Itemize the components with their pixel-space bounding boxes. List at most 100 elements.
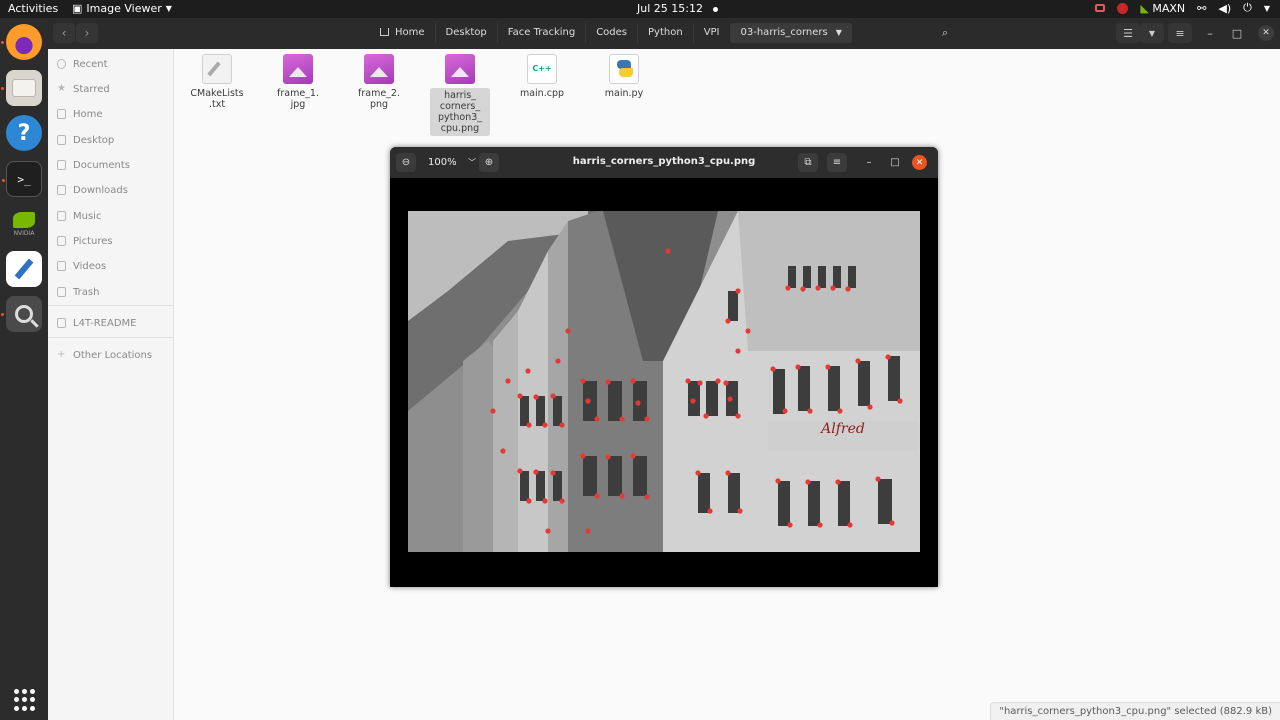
corner-marker bbox=[605, 454, 611, 460]
viewer-minimize-button[interactable]: – bbox=[859, 153, 879, 172]
sidebar-item-home[interactable]: Home bbox=[57, 104, 103, 124]
top-bar: Activities ▣ Image Viewer ▼ Jul 25 15:12… bbox=[0, 0, 1280, 18]
back-button[interactable]: ‹ bbox=[53, 23, 75, 43]
files-icon[interactable] bbox=[1, 70, 42, 106]
chevron-right-icon: › bbox=[84, 26, 90, 40]
breadcrumb: Home Desktop Face Tracking Codes Python … bbox=[370, 23, 852, 43]
nvidia-icon[interactable]: NVIDIA bbox=[6, 206, 42, 242]
corner-marker bbox=[685, 378, 691, 384]
hamburger-icon: ≡ bbox=[832, 157, 842, 168]
minimize-button[interactable]: – bbox=[1198, 23, 1222, 43]
nvidia-eye-icon bbox=[13, 211, 35, 228]
gallery-icon: ⧉ bbox=[804, 157, 812, 168]
file-frame-1[interactable]: frame_1. jpg bbox=[268, 54, 328, 110]
view-list-button[interactable]: ☰ bbox=[1116, 23, 1140, 43]
main-menu-button[interactable]: ≡ bbox=[1168, 23, 1192, 43]
corner-marker bbox=[725, 470, 731, 476]
clock-text: Jul 25 15:12 bbox=[637, 2, 703, 15]
sidebar-item-trash[interactable]: Trash bbox=[57, 282, 99, 302]
file-main-py[interactable]: main.py bbox=[594, 54, 654, 99]
breadcrumb-python[interactable]: Python bbox=[637, 23, 693, 43]
sidebar-item-documents[interactable]: Documents bbox=[57, 155, 130, 175]
corner-marker bbox=[805, 479, 811, 485]
breadcrumb-vpi[interactable]: VPI bbox=[692, 23, 730, 43]
viewer-maximize-button[interactable]: □ bbox=[885, 153, 905, 172]
text-editor-icon[interactable] bbox=[6, 251, 42, 287]
app-menu-label: Image Viewer bbox=[86, 2, 162, 15]
search-button[interactable]: ⌕ bbox=[933, 23, 957, 43]
corner-marker bbox=[735, 348, 741, 354]
sidebar: Recent ★ Starred Home Desktop Documents D… bbox=[48, 49, 174, 720]
image-file-icon bbox=[283, 54, 313, 84]
maximize-button[interactable]: □ bbox=[1225, 23, 1249, 43]
screen-record-icon[interactable] bbox=[1095, 4, 1106, 12]
breadcrumb-home[interactable]: Home bbox=[370, 23, 435, 43]
help-icon[interactable]: ? bbox=[6, 115, 42, 151]
sidebar-item-label: Other Locations bbox=[73, 349, 153, 361]
breadcrumb-desktop[interactable]: Desktop bbox=[434, 23, 497, 43]
sidebar-item-videos[interactable]: Videos bbox=[57, 256, 106, 276]
close-button[interactable]: ✕ bbox=[1254, 23, 1278, 43]
show-applications-icon[interactable] bbox=[6, 682, 42, 718]
dock: ? >_ NVIDIA bbox=[0, 18, 48, 720]
sidebar-item-label: Desktop bbox=[73, 134, 115, 146]
drive-icon bbox=[57, 318, 66, 328]
corner-marker bbox=[630, 453, 636, 459]
corner-marker bbox=[644, 494, 650, 500]
sidebar-item-other-locations[interactable]: + Other Locations bbox=[57, 345, 152, 365]
forward-button[interactable]: › bbox=[76, 23, 98, 43]
corner-marker bbox=[585, 398, 591, 404]
plus-icon: + bbox=[57, 349, 66, 360]
breadcrumb-face-tracking[interactable]: Face Tracking bbox=[496, 23, 585, 43]
sidebar-item-l4t-readme[interactable]: L4T-README bbox=[57, 313, 137, 333]
file-cmakelists[interactable]: CMakeLists .txt bbox=[187, 54, 247, 110]
corner-marker bbox=[787, 522, 793, 528]
sidebar-item-recent[interactable]: Recent bbox=[57, 54, 108, 74]
sidebar-item-label: Starred bbox=[73, 83, 110, 95]
image-viewer-window: ⊖ 100% ﹀ ⊕ harris_corners_python3_cpu.png… bbox=[390, 147, 938, 587]
file-frame-2[interactable]: frame_2. png bbox=[349, 54, 409, 110]
corner-marker bbox=[889, 520, 895, 526]
terminal-icon[interactable]: >_ bbox=[2, 161, 42, 197]
running-indicator bbox=[1, 313, 4, 316]
corner-marker bbox=[594, 416, 600, 422]
file-harris-corners-png[interactable]: harris_ corners_ python3_ cpu.png bbox=[430, 54, 490, 136]
clock[interactable]: Jul 25 15:12 bbox=[637, 2, 718, 15]
activities-button[interactable]: Activities bbox=[8, 2, 58, 15]
view-options-button[interactable]: ▼ bbox=[1140, 23, 1164, 43]
do-not-disturb-icon[interactable] bbox=[1117, 2, 1129, 14]
list-view-icon: ☰ bbox=[1123, 26, 1133, 40]
clock-icon bbox=[57, 59, 66, 69]
sidebar-item-music[interactable]: Music bbox=[57, 206, 101, 226]
home-icon bbox=[57, 109, 66, 119]
sidebar-item-label: Pictures bbox=[73, 235, 113, 247]
nvidia-power-mode[interactable]: ◣ MAXN bbox=[1140, 2, 1185, 15]
app-menu[interactable]: ▣ Image Viewer ▼ bbox=[72, 2, 172, 15]
sidebar-item-desktop[interactable]: Desktop bbox=[57, 130, 114, 150]
breadcrumb-codes[interactable]: Codes bbox=[585, 23, 637, 43]
running-indicator bbox=[1, 41, 4, 44]
image-search-icon[interactable] bbox=[1, 296, 42, 332]
firefox-icon[interactable] bbox=[1, 24, 42, 60]
viewer-close-button[interactable]: ✕ bbox=[912, 155, 927, 170]
minimize-icon: – bbox=[866, 157, 872, 168]
sidebar-item-starred[interactable]: ★ Starred bbox=[57, 79, 110, 99]
file-main-cpp[interactable]: C++ main.cpp bbox=[512, 54, 572, 99]
corner-marker bbox=[559, 498, 565, 504]
corner-marker bbox=[490, 408, 496, 414]
corner-marker bbox=[897, 398, 903, 404]
magnifier-icon bbox=[15, 305, 33, 323]
sidebar-item-label: Downloads bbox=[73, 184, 128, 196]
breadcrumb-current-folder[interactable]: 03-harris_corners ▼ bbox=[729, 23, 852, 43]
gallery-button[interactable]: ⧉ bbox=[798, 153, 818, 172]
sidebar-item-label: Home bbox=[73, 108, 103, 120]
corner-marker bbox=[800, 286, 806, 292]
viewer-menu-button[interactable]: ≡ bbox=[827, 153, 847, 172]
sidebar-item-pictures[interactable]: Pictures bbox=[57, 231, 113, 251]
corner-marker bbox=[735, 288, 741, 294]
system-tray[interactable]: ◣ MAXN ⚯ ◀) ⏻ ▼ bbox=[1095, 1, 1270, 15]
corner-marker bbox=[665, 248, 671, 254]
sidebar-item-label: Videos bbox=[73, 260, 107, 272]
sidebar-item-downloads[interactable]: Downloads bbox=[57, 180, 128, 200]
star-icon: ★ bbox=[57, 83, 66, 94]
